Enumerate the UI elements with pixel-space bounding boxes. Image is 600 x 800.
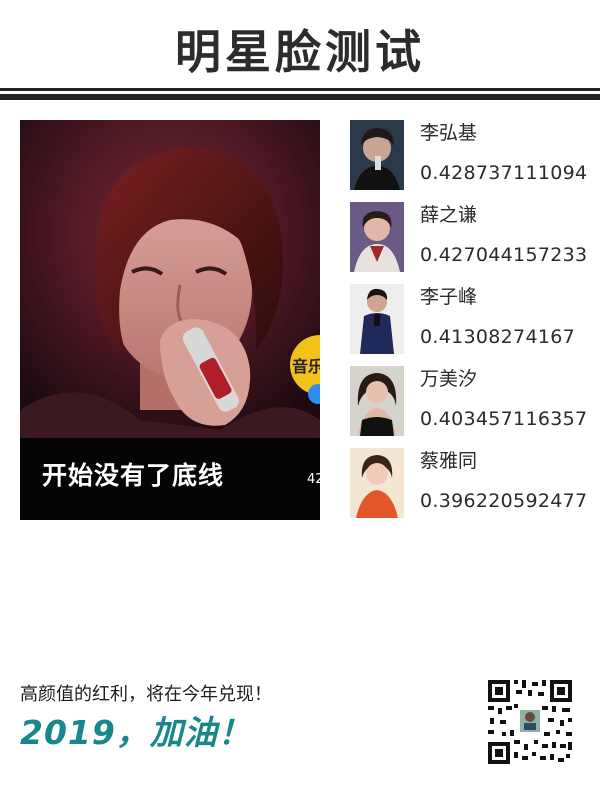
result-item[interactable]: 蔡雅同 0.396220592477 (350, 448, 600, 520)
result-score: 0.41308274167 (420, 326, 575, 348)
footer-slogan: 2019，加油！ (20, 713, 252, 752)
result-name: 李弘基 (420, 122, 478, 144)
title-divider-thin (0, 88, 600, 91)
result-score: 0.428737111094 (420, 162, 588, 184)
footer-tagline: 高颜值的红利，将在今年兑现！ (20, 684, 272, 705)
result-name: 蔡雅同 (420, 450, 478, 472)
photo-caption: 开始没有了底线 (42, 461, 225, 490)
result-item[interactable]: 万美汐 0.403457116357 (350, 366, 600, 438)
result-score: 0.427044157233 (420, 244, 588, 266)
like-count: 42 (307, 472, 320, 487)
result-name: 万美汐 (420, 368, 478, 390)
result-item[interactable]: 李子峰 0.41308274167 (350, 284, 600, 356)
title-divider-thick (0, 94, 600, 100)
result-score: 0.403457116357 (420, 408, 588, 430)
uploaded-photo: 音乐 开始没有了底线 42 (20, 120, 320, 520)
result-avatar (350, 448, 404, 518)
qr-code-icon (486, 678, 574, 766)
result-avatar (350, 284, 404, 354)
result-name: 薛之谦 (420, 204, 478, 226)
result-item[interactable]: 薛之谦 0.427044157233 (350, 202, 600, 274)
result-avatar (350, 120, 404, 190)
page-title: 明星脸测试 (175, 25, 425, 79)
result-name: 李子峰 (420, 286, 478, 308)
result-item[interactable]: 李弘基 0.428737111094 (350, 120, 600, 192)
side-badge-text: 音乐 (292, 357, 320, 376)
result-score: 0.396220592477 (420, 490, 588, 512)
result-avatar (350, 366, 404, 436)
result-avatar (350, 202, 404, 272)
